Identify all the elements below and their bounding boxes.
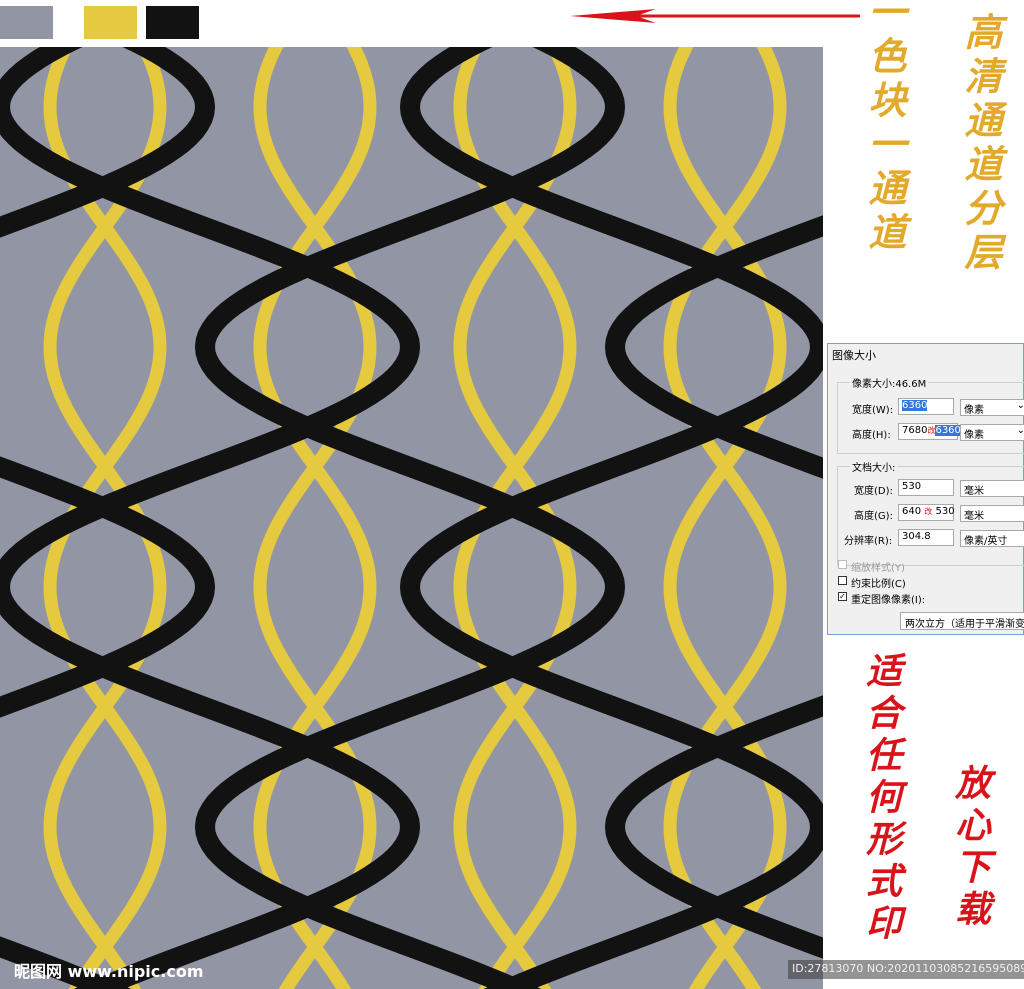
scale-styles-checkbox[interactable] [838,560,847,569]
pixel-height-unit-select[interactable]: 像素 ⌄ [960,424,1024,441]
site-watermark: 昵图网 www.nipic.com [14,962,204,981]
arrow-left-icon [570,9,860,23]
chevron-down-icon: ⌄ [1016,400,1024,411]
constrain-proportions-label: 约束比例(C) [851,579,906,590]
doc-width-input[interactable]: 530 [898,479,954,496]
pixel-height-label: 高度(H): [852,430,891,441]
pixel-width-input[interactable]: 6360 [898,398,954,415]
doc-width-unit-select[interactable]: 毫米 [960,480,1024,497]
pixel-width-unit-select[interactable]: 像素 ⌄ [960,399,1024,416]
document-size-label: 文档大小: [850,459,898,474]
pixel-dimensions-label: 像素大小:46.6M [850,375,929,390]
dialog-title: 图像大小 [832,349,876,362]
pixel-width-label: 宽度(W): [852,405,894,416]
wave-pattern [0,47,823,989]
image-size-dialog: 图像大小 像素大小:46.6M 宽度(W): 6360 像素 ⌄ 高度(H): 7… [827,343,1024,635]
doc-height-unit-select[interactable]: 毫米 [960,505,1024,522]
red-caption-1: 适合任何形式印 [860,652,902,946]
constrain-proportions-checkbox[interactable] [838,576,847,585]
black-color-swatch [146,6,199,39]
scale-styles-label: 缩放样式(Y) [851,563,905,574]
doc-height-label: 高度(G): [854,511,893,522]
gold-caption-2: 高清通道分层 [958,12,1003,276]
yellow-color-swatch [84,6,137,39]
doc-width-label: 宽度(D): [854,486,893,497]
gold-caption-1: 一色块一通道 [862,0,907,256]
resample-checkbox[interactable]: ✓ [838,592,847,601]
chevron-down-icon: ⌄ [1016,425,1024,436]
image-id-text: ID:27813070 NO:20201103085216595089 [788,960,1024,979]
resolution-unit-select[interactable]: 像素/英寸 [960,530,1024,547]
resample-method-select[interactable]: 两次立方（适用于平滑渐变） [900,612,1024,630]
pixel-dimensions-group [837,382,1024,454]
resolution-label: 分辨率(R): [844,536,893,547]
resolution-input[interactable]: 304.8 [898,529,954,546]
grey-color-swatch [0,6,53,39]
doc-height-input[interactable]: 640 改 530 [898,504,955,521]
red-caption-2: 放心下载 [949,764,991,932]
resample-label: 重定图像像素(I): [851,595,926,606]
pixel-height-input[interactable]: 7680改6360 [898,423,961,440]
